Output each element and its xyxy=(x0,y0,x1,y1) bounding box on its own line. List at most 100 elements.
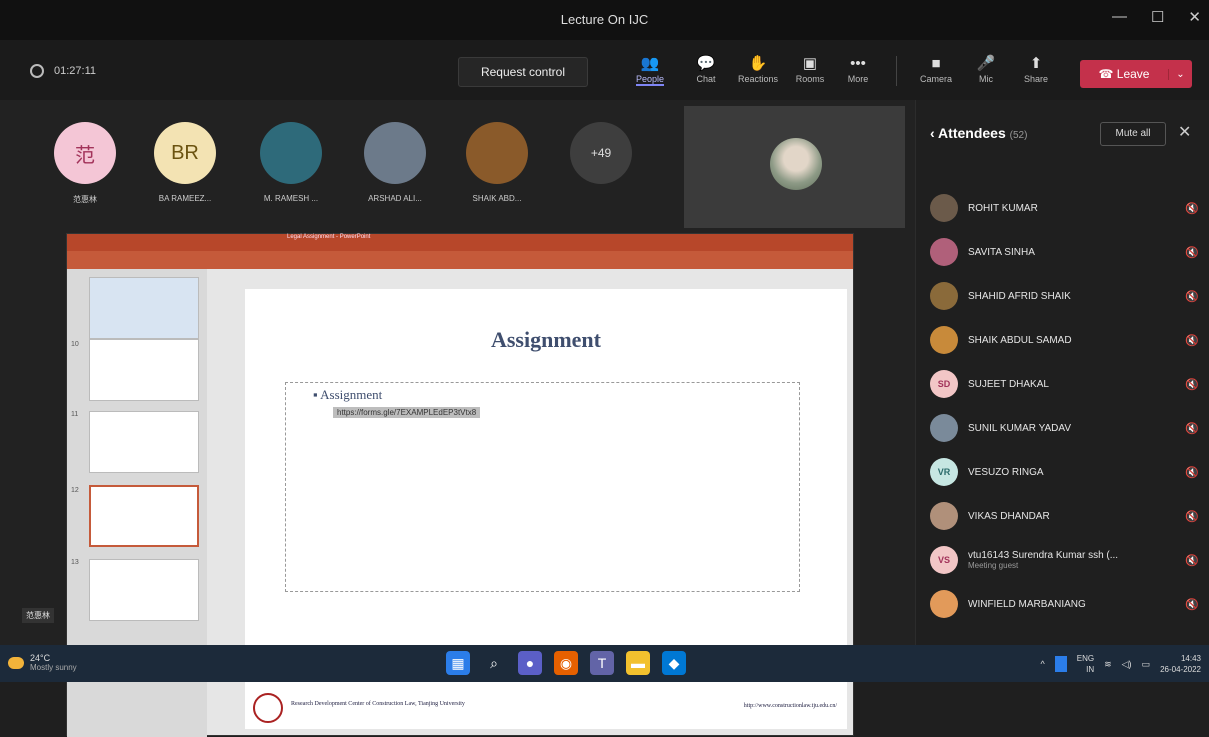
avatar xyxy=(930,326,958,354)
camera-button[interactable]: ■ Camera xyxy=(914,54,958,84)
clock-date: 26-04-2022 xyxy=(1160,665,1201,674)
mic-off-icon: 🔇 xyxy=(1185,202,1199,215)
footer-text: Research Development Center of Construct… xyxy=(291,701,465,707)
avatar: 范 xyxy=(54,122,116,184)
more-icon: ••• xyxy=(850,55,866,72)
meeting-toolbar: 01:27:11 Request control 👥 People 💬 Chat… xyxy=(0,40,1209,100)
file-explorer-icon[interactable]: ▬ xyxy=(626,651,650,675)
clock-time[interactable]: 14:43 xyxy=(1181,654,1201,663)
phone-icon: ☎ xyxy=(1098,67,1117,81)
start-icon[interactable]: ▦ xyxy=(446,651,470,675)
footer-url: http://www.constructionlaw.tju.edu.cn/ xyxy=(743,703,837,709)
mic-off-icon: 🔇 xyxy=(1185,334,1199,347)
teams-icon[interactable]: T xyxy=(590,651,614,675)
rooms-icon: ▣ xyxy=(802,55,818,72)
chevron-left-icon[interactable]: ‹ xyxy=(930,125,938,141)
close-icon[interactable]: ✕ xyxy=(1178,122,1191,142)
avatar xyxy=(930,590,958,618)
participant-name: M. RAMESH ... xyxy=(263,194,319,203)
search-icon[interactable]: ⌕ xyxy=(482,651,506,675)
firefox-icon[interactable]: ◉ xyxy=(554,651,578,675)
thumb-number: 10 xyxy=(71,341,79,348)
people-button[interactable]: 👥 People xyxy=(628,54,672,86)
avatar xyxy=(364,122,426,184)
toolbar-divider xyxy=(896,56,897,86)
reactions-button[interactable]: ✋ Reactions xyxy=(736,54,780,84)
participant-tile[interactable]: ARSHAD ALI... xyxy=(362,122,428,203)
attendee-row[interactable]: SAVITA SINHA 🔇 xyxy=(930,234,1200,270)
attendee-name: SHAIK ABDUL SAMAD xyxy=(968,334,1072,346)
participant-tile[interactable]: BR BA RAMEEZ... xyxy=(152,122,218,203)
close-button[interactable]: ✕ xyxy=(1188,8,1201,26)
camera-icon: ■ xyxy=(931,55,941,72)
bullet-text: Assignment xyxy=(320,387,383,402)
attendee-row[interactable]: SUNIL KUMAR YADAV 🔇 xyxy=(930,410,1200,446)
attendee-name: SUNIL KUMAR YADAV xyxy=(968,422,1071,434)
wifi-icon[interactable]: ≋ xyxy=(1104,659,1112,670)
overflow-count: +49 xyxy=(570,122,632,184)
attendee-row[interactable]: VS vtu16143 Surendra Kumar ssh (... Meeti… xyxy=(930,542,1200,578)
attendee-row[interactable]: ROHIT KUMAR 🔇 xyxy=(930,190,1200,226)
participant-tile[interactable]: M. RAMESH ... xyxy=(258,122,324,203)
weather-widget[interactable]: 24°C Mostly sunny xyxy=(8,653,77,673)
share-button[interactable]: ⬆ Share xyxy=(1014,54,1058,84)
mic-off-icon: 🔇 xyxy=(1185,422,1199,435)
system-tray: ^ ENG IN ≋ ◁) ▭ 14:43 26-04-2022 xyxy=(1041,653,1201,675)
participant-name: ARSHAD ALI... xyxy=(368,194,422,203)
attendee-row[interactable]: VR VESUZO RINGA 🔇 xyxy=(930,454,1200,490)
participant-name: 范惠林 xyxy=(73,195,97,204)
attendee-name: SAVITA SINHA xyxy=(968,246,1035,258)
attendee-name: ROHIT KUMAR xyxy=(968,202,1038,214)
attendee-row[interactable]: SHAIK ABDUL SAMAD 🔇 xyxy=(930,322,1200,358)
minimize-button[interactable]: — xyxy=(1112,8,1127,26)
slide-thumbnail xyxy=(89,277,199,339)
store-icon[interactable]: ◆ xyxy=(662,651,686,675)
volume-icon[interactable]: ◁) xyxy=(1122,659,1132,670)
avatar: BR xyxy=(154,122,216,184)
teams-chat-icon[interactable]: ● xyxy=(518,651,542,675)
avatar: VS xyxy=(930,546,958,574)
leave-dropdown[interactable]: ⌄ xyxy=(1168,68,1192,80)
chat-button[interactable]: 💬 Chat xyxy=(684,54,728,84)
title-bar: Lecture On IJC — ☐ ✕ xyxy=(0,0,1209,40)
weather-temp: 24°C xyxy=(30,653,51,663)
mic-off-icon: 🔇 xyxy=(1185,554,1199,567)
mute-all-button[interactable]: Mute all xyxy=(1100,122,1166,146)
overflow-participants[interactable]: +49 xyxy=(568,122,634,184)
participant-tile[interactable]: SHAIK ABD... xyxy=(464,122,530,203)
chevron-up-icon[interactable]: ^ xyxy=(1041,659,1045,669)
mic-button[interactable]: 🎤 Mic xyxy=(964,54,1008,84)
participant-name: BA RAMEEZ... xyxy=(158,194,212,203)
attendees-header: ‹ Attendees (52) xyxy=(930,125,1027,141)
windows-taskbar: 24°C Mostly sunny ▦ ⌕ ● ◉ T ▬ ◆ ^ ENG IN ≋… xyxy=(0,645,1209,682)
participant-name: SHAIK ABD... xyxy=(472,194,522,203)
participant-tile[interactable]: 范 范惠林 xyxy=(52,122,118,205)
battery-icon[interactable]: ▭ xyxy=(1142,659,1151,670)
self-name-badge: 范惠林 xyxy=(22,608,54,623)
language-code[interactable]: ENG xyxy=(1077,654,1094,663)
video-feed xyxy=(770,138,822,190)
request-control-button[interactable]: Request control xyxy=(458,57,588,87)
avatar xyxy=(930,502,958,530)
attendee-row[interactable]: VIKAS DHANDAR 🔇 xyxy=(930,498,1200,534)
leave-button[interactable]: ☎ Leave ⌄ xyxy=(1080,60,1192,88)
chat-icon: 💬 xyxy=(696,55,716,72)
rooms-button[interactable]: ▣ Rooms xyxy=(788,54,832,84)
maximize-button[interactable]: ☐ xyxy=(1151,8,1164,26)
mic-off-icon: 🔇 xyxy=(1185,290,1199,303)
avatar xyxy=(930,414,958,442)
more-button[interactable]: ••• More xyxy=(836,54,880,84)
tray-app-icon[interactable] xyxy=(1054,656,1067,672)
video-tile[interactable] xyxy=(684,106,905,228)
thumb-number: 13 xyxy=(71,559,79,566)
attendee-row[interactable]: SHAHID AFRID SHAIK 🔇 xyxy=(930,278,1200,314)
attendee-row[interactable]: WINFIELD MARBANIANG 🔇 xyxy=(930,586,1200,622)
ppt-ribbon xyxy=(67,251,853,269)
thumb-number: 12 xyxy=(71,487,79,494)
meeting-timer: 01:27:11 xyxy=(30,64,96,78)
attendee-name: vtu16143 Surendra Kumar ssh (... Meeting … xyxy=(968,550,1184,570)
attendee-name: VIKAS DHANDAR xyxy=(968,510,1050,522)
attendee-row[interactable]: SD SUJEET DHAKAL 🔇 xyxy=(930,366,1200,402)
language-region: IN xyxy=(1086,665,1095,674)
attendee-name: SHAHID AFRID SHAIK xyxy=(968,290,1071,302)
